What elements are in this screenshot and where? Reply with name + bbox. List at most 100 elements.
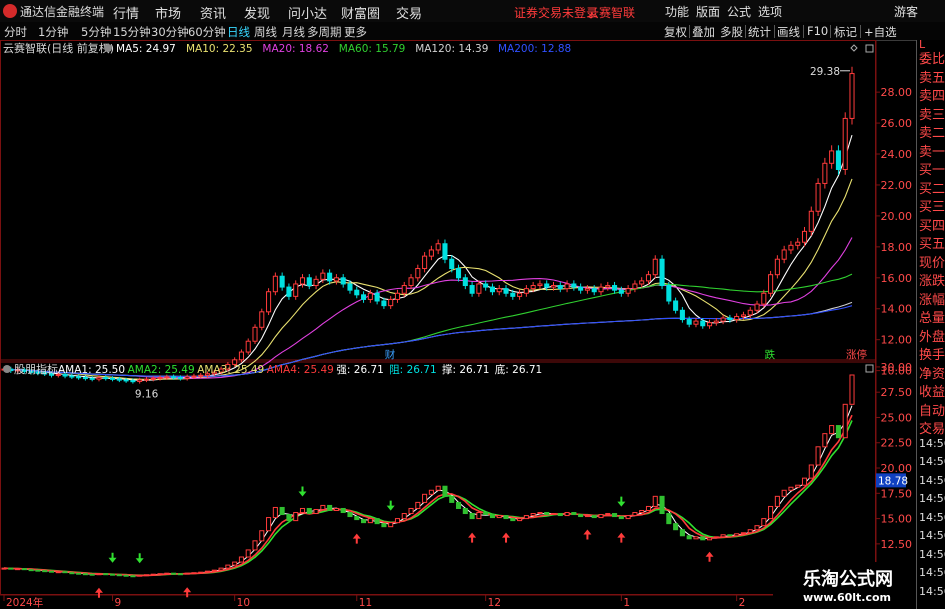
multi-stock-button[interactable]: 多股: [720, 24, 743, 40]
side-item[interactable]: 14:56: [919, 492, 945, 505]
period-60min[interactable]: 60分钟: [188, 24, 226, 40]
side-item[interactable]: 14:56: [919, 585, 945, 598]
candle-body: [313, 278, 319, 287]
x-tick-label: 2024年: [6, 596, 43, 609]
add-watchlist-button[interactable]: +自选: [864, 24, 897, 40]
menu-formula[interactable]: 公式: [727, 3, 751, 20]
side-item[interactable]: 14:56: [919, 474, 945, 487]
side-item[interactable]: 14:56: [919, 437, 945, 450]
x-tick-label: 2: [739, 597, 746, 609]
sub-candle: [571, 512, 577, 516]
side-item[interactable]: 14:56: [919, 529, 945, 542]
side-item[interactable]: 14:56: [919, 511, 945, 524]
side-item[interactable]: 买一: [919, 159, 945, 178]
adjust-button[interactable]: 复权: [664, 24, 687, 40]
side-item[interactable]: 净资: [919, 363, 945, 382]
sub-candle: [35, 569, 41, 572]
ma60-line: [3, 273, 853, 377]
menu-news[interactable]: 资讯: [200, 3, 226, 22]
sub-candle: [306, 507, 312, 515]
side-item[interactable]: 卖一: [919, 141, 945, 160]
overlay-button[interactable]: 叠加: [692, 24, 715, 40]
side-item[interactable]: 14:56: [919, 455, 945, 468]
side-item[interactable]: 换手: [919, 344, 945, 363]
period-weekly[interactable]: 周线: [254, 24, 277, 40]
menu-options[interactable]: 选项: [758, 3, 782, 20]
draw-button[interactable]: 画线: [777, 24, 800, 40]
ma20-line: [3, 237, 853, 379]
menu-function[interactable]: 功能: [665, 3, 689, 20]
menu-layout[interactable]: 版面: [696, 3, 720, 20]
side-item[interactable]: 涨幅: [919, 289, 945, 308]
period-daily[interactable]: 日线: [227, 24, 250, 40]
candle-body: [347, 283, 353, 291]
period-15min[interactable]: 15分钟: [113, 24, 151, 40]
buy-arrow-icon: [705, 551, 714, 562]
side-item[interactable]: 14:56: [919, 548, 945, 561]
sub-candle: [150, 573, 156, 576]
candle-body: [510, 292, 516, 297]
side-item[interactable]: 涨跌: [919, 270, 945, 289]
side-item[interactable]: 卖四: [919, 85, 945, 104]
candle-body: [693, 320, 699, 325]
side-item[interactable]: 买二: [919, 178, 945, 197]
sub-candle: [394, 518, 401, 524]
side-item[interactable]: 卖五: [919, 67, 945, 86]
sub-legend-item: 底: 26.71: [495, 363, 542, 376]
candle-body: [164, 376, 170, 379]
sub-candle: [761, 518, 767, 527]
candle-body: [245, 340, 251, 353]
candle-body: [408, 277, 414, 287]
candle-body: [89, 377, 95, 380]
f10-button[interactable]: F10: [807, 24, 828, 38]
ma5-line: [3, 134, 853, 381]
sub-candle: [225, 564, 231, 569]
period-intraday[interactable]: 分时: [4, 24, 27, 40]
sub-candle: [286, 514, 292, 522]
sub-candle: [96, 573, 102, 576]
toolbar-divider: [774, 25, 775, 38]
guest-user[interactable]: 游客: [894, 3, 918, 20]
menu-ask[interactable]: 问小达: [288, 3, 327, 22]
side-item[interactable]: 交易: [919, 418, 945, 437]
side-item[interactable]: 总量: [919, 307, 945, 326]
period-5min[interactable]: 5分钟: [81, 24, 111, 40]
side-item[interactable]: 卖三: [919, 104, 945, 123]
sub-y-tick-label: 27.50: [881, 386, 913, 399]
period-1min[interactable]: 1分钟: [38, 24, 68, 40]
sell-arrow-icon: [298, 486, 307, 497]
menu-discover[interactable]: 发现: [244, 3, 270, 22]
login-alert[interactable]: 证券交易未登录: [514, 4, 598, 21]
candle-body: [299, 277, 306, 285]
menu-market[interactable]: 市场: [155, 3, 181, 22]
side-item[interactable]: 买四: [919, 215, 945, 234]
period-more[interactable]: 更多: [344, 24, 367, 40]
candle-body: [822, 162, 828, 184]
chart-area[interactable]: 云赛智联(日线 前复权) MA5: 24.97 MA10: 22.35 MA20: 1…: [0, 40, 916, 609]
sub-candle: [116, 574, 122, 577]
side-item[interactable]: 卖二: [919, 122, 945, 141]
side-item[interactable]: 现价: [919, 252, 945, 271]
side-item[interactable]: 买三: [919, 196, 945, 215]
sub-candle: [591, 515, 597, 519]
candle-body: [388, 298, 394, 307]
sub-candle: [191, 572, 197, 575]
stock-alert[interactable]: 云赛智联: [587, 4, 635, 21]
side-item[interactable]: 买五: [919, 233, 945, 252]
candle-body: [801, 230, 808, 243]
period-30min[interactable]: 30分钟: [151, 24, 189, 40]
menu-trade[interactable]: 交易: [396, 3, 422, 22]
stats-button[interactable]: 统计: [748, 24, 771, 40]
side-item[interactable]: 14:56: [919, 566, 945, 579]
side-item[interactable]: 委比: [919, 48, 945, 67]
sub-legend-item: AMA4: 25.49: [267, 364, 334, 376]
menu-wealth[interactable]: 财富圈: [341, 3, 380, 22]
mark-button[interactable]: 标记: [834, 24, 857, 40]
side-item[interactable]: 外盘: [919, 326, 945, 345]
side-item[interactable]: 收益: [919, 381, 945, 400]
side-item[interactable]: 自动: [919, 400, 945, 419]
period-monthly[interactable]: 月线: [282, 24, 305, 40]
sub-candle: [252, 540, 258, 551]
menu-quotes[interactable]: 行情: [113, 3, 139, 22]
period-multi[interactable]: 多周期: [307, 24, 342, 40]
